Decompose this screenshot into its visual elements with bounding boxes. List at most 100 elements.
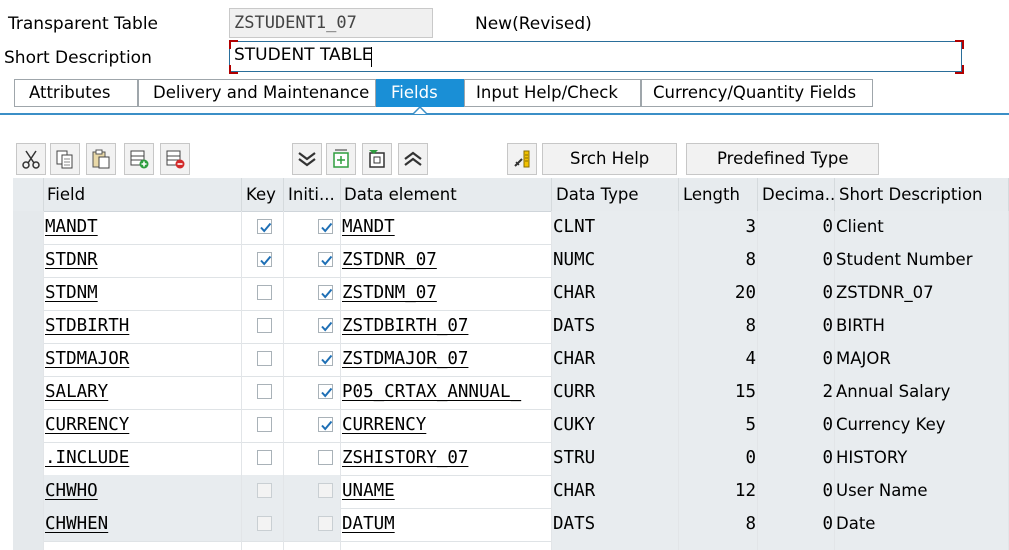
initial-values-checkbox[interactable]: [318, 384, 333, 399]
delete-row-button[interactable]: [160, 143, 190, 175]
data-type-cell: STRU: [552, 442, 679, 475]
expand-button[interactable]: [398, 143, 428, 175]
table-row[interactable]: CHWHO UNAME CHAR 12 0 User Name: [13, 475, 1009, 509]
initial-values-checkbox[interactable]: [318, 417, 333, 432]
table-row[interactable]: SALARY P05_CRTAX_ANNUAL_ CURR 15 2 Annual Sal…: [13, 376, 1009, 410]
short-description-input[interactable]: STUDENT TABLE: [229, 41, 962, 72]
table-row[interactable]: STDNM ZSTDNM_07 CHAR 20 0 ZSTDNR_07: [13, 277, 1009, 311]
column-header-length[interactable]: Length: [679, 178, 758, 211]
search-help-button[interactable]: Srch Help: [542, 143, 678, 175]
initial-values-checkbox: [318, 516, 333, 531]
select-block-button[interactable]: [326, 143, 356, 175]
paste-button[interactable]: [86, 143, 116, 175]
table-row[interactable]: STDBIRTH ZSTDBIRTH_07 DATS 8 0 BIRTH: [13, 310, 1009, 344]
key-checkbox[interactable]: [257, 318, 272, 333]
field-name-cell[interactable]: MANDT: [44, 211, 242, 244]
table-row[interactable]: CHWHEN DATUM DATS 8 0 Date: [13, 508, 1009, 542]
table-row[interactable]: STDNR ZSTDNR_07 NUMC 8 0 Student Number: [13, 244, 1009, 278]
length-cell: 0: [679, 442, 758, 475]
data-element-cell[interactable]: [341, 541, 552, 550]
table-row[interactable]: .INCLUDE ZSHISTORY_07 STRU 0 0 HISTORY: [13, 442, 1009, 476]
tab-fields[interactable]: Fields: [376, 79, 464, 107]
key-checkbox[interactable]: [257, 417, 272, 432]
field-name-cell[interactable]: CHWHO: [44, 475, 242, 508]
predefined-type-button[interactable]: Predefined Type: [686, 143, 880, 175]
row-selector[interactable]: [13, 277, 44, 310]
table-header-row: Field Key Initi... Data element Data Typ…: [13, 178, 1009, 212]
column-header-data-element[interactable]: Data element: [341, 178, 552, 211]
data-type-cell: CHAR: [552, 343, 679, 376]
data-element-cell[interactable]: ZSTDNM_07: [341, 277, 552, 310]
checkmark-icon: [321, 222, 333, 233]
row-selector-header[interactable]: [13, 178, 44, 211]
key-help-button[interactable]: [507, 143, 537, 175]
row-selector[interactable]: [13, 541, 44, 550]
row-selector[interactable]: [13, 343, 44, 376]
tab-delivery-maintenance[interactable]: Delivery and Maintenance: [138, 79, 376, 107]
key-checkbox[interactable]: [257, 219, 272, 234]
column-header-decimals[interactable]: Decima...: [758, 178, 835, 211]
field-name-cell[interactable]: SALARY: [44, 376, 242, 409]
initial-values-checkbox[interactable]: [318, 450, 333, 465]
field-name-cell[interactable]: .INCLUDE: [44, 442, 242, 475]
row-selector[interactable]: [13, 211, 44, 244]
data-element-cell[interactable]: MANDT: [341, 211, 552, 244]
key-checkbox[interactable]: [257, 285, 272, 300]
field-name-cell[interactable]: [44, 541, 242, 550]
row-selector[interactable]: [13, 376, 44, 409]
collapse-button[interactable]: [292, 143, 322, 175]
initial-values-checkbox[interactable]: [318, 252, 333, 267]
short-description-cell: User Name: [835, 475, 1009, 508]
data-element-cell[interactable]: ZSTDMAJOR_07: [341, 343, 552, 376]
field-name-cell[interactable]: STDBIRTH: [44, 310, 242, 343]
table-row[interactable]: CURRENCY CURRENCY CUKY 5 0 Currency Key: [13, 409, 1009, 443]
row-selector[interactable]: [13, 310, 44, 343]
copy-button[interactable]: [50, 143, 80, 175]
field-name-cell[interactable]: STDMAJOR: [44, 343, 242, 376]
row-selector[interactable]: [13, 508, 44, 541]
row-selector[interactable]: [13, 442, 44, 475]
field-name-cell[interactable]: CURRENCY: [44, 409, 242, 442]
column-header-short-description[interactable]: Short Description: [835, 178, 1009, 211]
field-name-cell[interactable]: CHWHEN: [44, 508, 242, 541]
tab-currency-quantity[interactable]: Currency/Quantity Fields: [641, 79, 873, 107]
key-checkbox[interactable]: [257, 384, 272, 399]
cut-button[interactable]: [16, 143, 46, 175]
key-checkbox[interactable]: [257, 252, 272, 267]
short-description-cell: Date: [835, 508, 1009, 541]
field-name-cell[interactable]: STDNR: [44, 244, 242, 277]
column-header-initial[interactable]: Initi...: [284, 178, 341, 211]
deselect-block-button[interactable]: [362, 143, 392, 175]
insert-row-button[interactable]: [124, 143, 154, 175]
row-selector[interactable]: [13, 409, 44, 442]
data-element-cell[interactable]: ZSTDNR_07: [341, 244, 552, 277]
tab-attributes[interactable]: Attributes: [14, 79, 138, 107]
data-element-cell[interactable]: DATUM: [341, 508, 552, 541]
data-element-cell[interactable]: P05_CRTAX_ANNUAL_: [341, 376, 552, 409]
data-element-cell[interactable]: CURRENCY: [341, 409, 552, 442]
field-name-cell[interactable]: STDNM: [44, 277, 242, 310]
key-checkbox[interactable]: [257, 351, 272, 366]
length-cell: 8: [679, 310, 758, 343]
column-header-key[interactable]: Key: [242, 178, 284, 211]
key-cell: [242, 211, 284, 244]
row-selector[interactable]: [13, 475, 44, 508]
initial-values-checkbox[interactable]: [318, 219, 333, 234]
empty-table-row[interactable]: [13, 541, 1009, 550]
column-header-field[interactable]: Field: [44, 178, 242, 211]
row-selector[interactable]: [13, 244, 44, 277]
data-element-cell[interactable]: ZSHISTORY_07: [341, 442, 552, 475]
data-element-cell[interactable]: UNAME: [341, 475, 552, 508]
tab-input-help-check[interactable]: Input Help/Check: [464, 79, 641, 107]
initial-values-checkbox[interactable]: [318, 351, 333, 366]
decimals-cell: 0: [758, 244, 835, 277]
data-type-cell: [552, 541, 679, 550]
key-checkbox[interactable]: [257, 450, 272, 465]
data-element-cell[interactable]: ZSTDBIRTH_07: [341, 310, 552, 343]
table-row[interactable]: MANDT MANDT CLNT 3 0 Client: [13, 211, 1009, 245]
column-header-data-type[interactable]: Data Type: [552, 178, 679, 211]
table-row[interactable]: STDMAJOR ZSTDMAJOR_07 CHAR 4 0 MAJOR: [13, 343, 1009, 377]
table-type-label: Transparent Table: [8, 14, 159, 34]
initial-values-checkbox[interactable]: [318, 318, 333, 333]
initial-values-checkbox[interactable]: [318, 285, 333, 300]
